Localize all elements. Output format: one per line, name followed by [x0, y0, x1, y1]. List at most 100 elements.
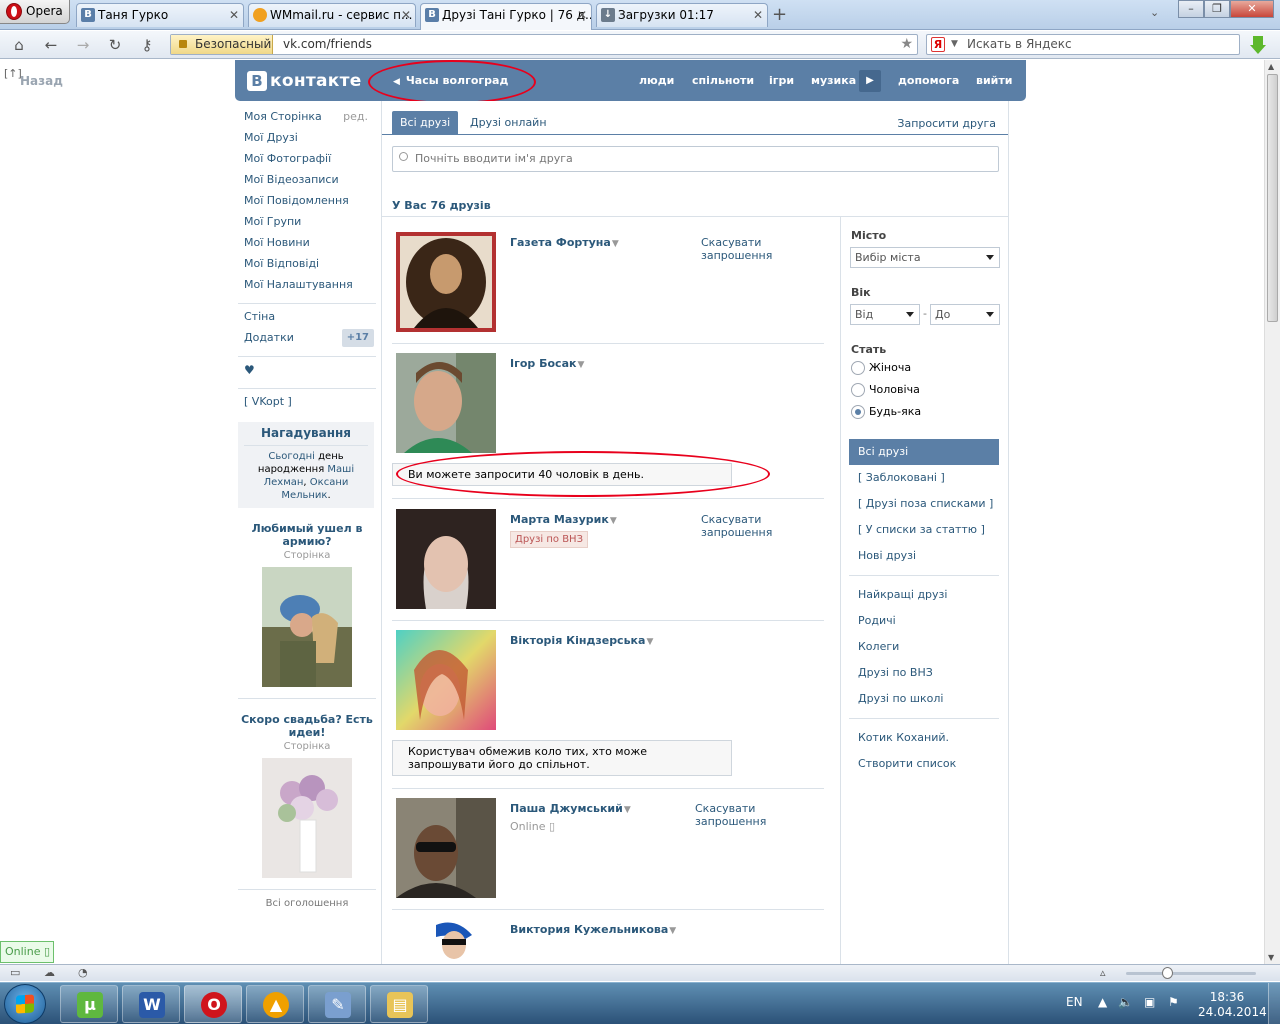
- age-from-select[interactable]: Від: [850, 304, 920, 325]
- language-indicator[interactable]: EN: [1066, 995, 1083, 1009]
- ad-image-wedding-bouquet[interactable]: [262, 758, 352, 878]
- menu-my-groups[interactable]: Мої Групи: [238, 215, 376, 236]
- tab-all-friends[interactable]: Всі друзі: [392, 111, 459, 135]
- menu-my-videos[interactable]: Мої Відеозаписи: [238, 173, 376, 194]
- friend-name[interactable]: Паша Джумський▼: [510, 802, 631, 815]
- sex-radio-any[interactable]: Будь-яка: [851, 405, 921, 419]
- tab-wmmail[interactable]: WMmail.ru - сервис п... ✕: [248, 3, 416, 27]
- close-tab-icon[interactable]: ✕: [229, 4, 239, 27]
- list-colleagues[interactable]: Колеги: [849, 634, 999, 660]
- action-center-flag-icon[interactable]: ⚑: [1168, 995, 1179, 1009]
- chevron-down-icon[interactable]: ▼: [610, 516, 617, 526]
- friend-name-text[interactable]: Ігор Босак: [510, 357, 576, 370]
- cancel-invite-link[interactable]: Скасувати запрошення: [701, 236, 781, 262]
- system-clock[interactable]: 18:36 24.04.2014: [1198, 990, 1267, 1020]
- taskbar-aimp[interactable]: ▲: [246, 985, 304, 1023]
- taskbar-explorer[interactable]: ▤: [370, 985, 428, 1023]
- menu-my-messages[interactable]: Мої Повідомлення: [238, 194, 376, 215]
- friend-name[interactable]: Марта Мазурик▼: [510, 513, 617, 526]
- back-link[interactable]: Назад: [20, 74, 63, 88]
- scroll-down-icon[interactable]: ▼: [1268, 953, 1274, 962]
- download-arrow-icon[interactable]: [1250, 36, 1266, 54]
- ad-block[interactable]: Любимый ушел в армию? Сторінка: [238, 522, 376, 699]
- nav-music[interactable]: музика: [811, 74, 856, 87]
- page-scrollbar[interactable]: ▲ ▼: [1264, 60, 1280, 964]
- tab-friends-active[interactable]: B Друзі Тані Гурко | 76 д... ✕: [420, 3, 592, 30]
- home-icon[interactable]: ⌂: [10, 36, 28, 54]
- tab-menu-chevron-icon[interactable]: ⌄: [1150, 6, 1159, 19]
- list-school-friends[interactable]: Друзі по школі: [849, 686, 999, 712]
- menu-vkopt[interactable]: [ VKopt ]: [238, 395, 376, 416]
- friend-photo[interactable]: [396, 919, 496, 964]
- forward-arrow-icon[interactable]: →: [74, 36, 92, 54]
- ad-image-soldier-couple[interactable]: [262, 567, 352, 687]
- friend-photo[interactable]: [396, 630, 496, 730]
- tab-friends-online[interactable]: Друзі онлайн: [462, 111, 555, 135]
- list-custom[interactable]: Котик Коханий.: [849, 725, 999, 751]
- today-link[interactable]: Сьогодні: [268, 451, 315, 462]
- friend-name[interactable]: Вікторія Кіндзерська▼: [510, 634, 653, 647]
- sex-radio-male[interactable]: Чоловіча: [851, 383, 920, 397]
- friend-photo[interactable]: [396, 232, 496, 332]
- menu-wall[interactable]: Стіна: [238, 310, 376, 331]
- taskbar-utorrent[interactable]: µ: [60, 985, 118, 1023]
- cancel-invite-link[interactable]: Скасувати запрошення: [695, 802, 825, 828]
- invite-friend-link[interactable]: Запросити друга: [897, 117, 996, 130]
- menu-my-photos[interactable]: Мої Фотографії: [238, 152, 376, 173]
- taskbar-opera[interactable]: O: [184, 985, 242, 1023]
- show-desktop-button[interactable]: [1268, 983, 1280, 1024]
- search-field[interactable]: Я ▼ Искать в Яндекс: [926, 34, 1240, 55]
- chevron-down-icon[interactable]: ▼: [646, 637, 653, 647]
- friend-name[interactable]: Виктория Кужельникова▼: [510, 923, 676, 936]
- close-tab-icon[interactable]: ✕: [401, 4, 411, 27]
- minimize-icon[interactable]: –: [1178, 0, 1204, 18]
- friend-photo[interactable]: [396, 353, 496, 453]
- nav-games[interactable]: ігри: [769, 74, 794, 87]
- list-all-friends[interactable]: Всі друзі: [849, 439, 999, 465]
- panel-toggle-icon[interactable]: ▭: [10, 967, 24, 979]
- friend-name-text[interactable]: Паша Джумський: [510, 802, 623, 815]
- chevron-down-icon[interactable]: ▼: [612, 239, 619, 249]
- url-text[interactable]: vk.com/friends: [283, 35, 372, 54]
- tab-downloads[interactable]: ↓ Загрузки 01:17 ✕: [596, 3, 768, 27]
- music-play-icon[interactable]: ▶: [859, 70, 881, 92]
- close-tab-icon[interactable]: ✕: [753, 4, 763, 27]
- key-icon[interactable]: ⚷: [138, 36, 156, 54]
- edit-link[interactable]: ред.: [343, 110, 368, 124]
- heart-icon[interactable]: ♥: [238, 363, 376, 384]
- sex-radio-female[interactable]: Жіноча: [851, 361, 911, 375]
- volume-icon[interactable]: 🔈: [1118, 995, 1133, 1009]
- address-bar[interactable]: Безопасный vk.com/friends ★: [170, 34, 918, 55]
- nav-help[interactable]: допомога: [898, 74, 959, 87]
- chevron-down-icon[interactable]: ▼: [951, 35, 958, 54]
- maximize-icon[interactable]: ❐: [1204, 0, 1230, 18]
- zoom-slider[interactable]: [1126, 967, 1256, 979]
- friend-name[interactable]: Газета Фортуна▼: [510, 236, 619, 249]
- list-university-friends[interactable]: Друзі по ВНЗ: [849, 660, 999, 686]
- start-button[interactable]: [4, 984, 46, 1024]
- vk-logo[interactable]: В контакте: [247, 70, 362, 92]
- menu-my-friends[interactable]: Мої Друзі: [238, 131, 376, 152]
- tray-expand-icon[interactable]: ▲: [1098, 995, 1107, 1009]
- list-best-friends[interactable]: Найкращі друзі: [849, 582, 999, 608]
- age-to-select[interactable]: До: [930, 304, 1000, 325]
- list-new-friends[interactable]: Нові друзі: [849, 543, 999, 569]
- zoom-slider-knob[interactable]: [1162, 967, 1173, 979]
- chevron-down-icon[interactable]: ▼: [577, 360, 584, 370]
- back-arrow-icon[interactable]: ←: [42, 36, 60, 54]
- list-by-gender[interactable]: [ У списки за статтю ]: [849, 517, 999, 543]
- new-tab-icon[interactable]: +: [772, 4, 787, 25]
- menu-apps[interactable]: Додатки +17: [238, 329, 376, 352]
- online-indicator[interactable]: Online ▯: [0, 941, 54, 963]
- nav-logout[interactable]: вийти: [976, 74, 1012, 87]
- all-ads-link[interactable]: Всі оголошення: [238, 898, 376, 909]
- friend-photo[interactable]: [396, 509, 496, 609]
- ad-title[interactable]: Скоро свадьба? Есть идеи!: [238, 713, 376, 739]
- menu-my-page[interactable]: Моя Сторінка ред.: [238, 110, 376, 131]
- friend-name-text[interactable]: Марта Мазурик: [510, 513, 609, 526]
- menu-my-answers[interactable]: Мої Відповіді: [238, 257, 376, 278]
- speed-dial-icon[interactable]: ◔: [78, 967, 92, 979]
- opera-menu-button[interactable]: Opera: [0, 0, 70, 24]
- cancel-invite-link[interactable]: Скасувати запрошення: [701, 513, 781, 539]
- friend-name-text[interactable]: Виктория Кужельникова: [510, 923, 668, 936]
